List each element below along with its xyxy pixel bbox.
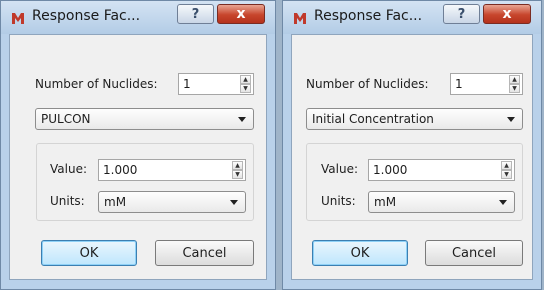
value-field-text: 1.000 bbox=[103, 163, 138, 177]
spin-down-icon[interactable]: ▼ bbox=[240, 84, 251, 93]
cancel-label: Cancel bbox=[451, 245, 497, 261]
window-title: Response Fac... bbox=[314, 8, 423, 24]
close-button[interactable]: x bbox=[483, 4, 531, 24]
units-dropdown[interactable]: mM bbox=[98, 191, 246, 213]
help-icon: ? bbox=[457, 6, 466, 22]
cancel-label: Cancel bbox=[182, 245, 227, 261]
units-label: Units: bbox=[321, 194, 356, 208]
help-button[interactable]: ? bbox=[443, 4, 480, 24]
nuclides-label: Number of Nuclides: bbox=[35, 77, 158, 91]
title-bar[interactable]: Response Fac... ? x bbox=[283, 1, 541, 34]
help-button[interactable]: ? bbox=[177, 4, 214, 24]
cancel-button[interactable]: Cancel bbox=[425, 240, 523, 266]
window-title: Response Fac... bbox=[32, 8, 141, 24]
spin-up-icon[interactable]: ▲ bbox=[240, 75, 251, 84]
spin-up-icon[interactable]: ▲ bbox=[501, 161, 512, 170]
value-spinbox[interactable]: 1.000 ▲ ▼ bbox=[98, 159, 246, 181]
value-label: Value: bbox=[321, 162, 358, 176]
value-label: Value: bbox=[50, 162, 87, 176]
ok-label: OK bbox=[350, 245, 370, 261]
title-bar[interactable]: Response Fac... ? x bbox=[1, 1, 275, 34]
units-selected: mM bbox=[374, 195, 397, 209]
app-logo-icon bbox=[12, 13, 24, 24]
parameter-dropdown[interactable]: PULCON bbox=[35, 108, 254, 130]
ok-button[interactable]: OK bbox=[312, 240, 408, 266]
response-factor-dialog-2: Response Fac... ? x Number of Nuclides: … bbox=[282, 0, 542, 290]
value-field-text: 1.000 bbox=[373, 163, 408, 177]
ok-label: OK bbox=[79, 245, 99, 261]
parameter-selected: Initial Concentration bbox=[312, 112, 434, 126]
chevron-down-icon bbox=[238, 117, 246, 122]
close-icon: x bbox=[502, 6, 512, 22]
nuclides-value: 1 bbox=[455, 77, 463, 91]
spin-up-icon[interactable]: ▲ bbox=[232, 161, 243, 170]
nuclides-value: 1 bbox=[183, 77, 191, 91]
nuclides-label: Number of Nuclides: bbox=[306, 77, 429, 91]
help-icon: ? bbox=[191, 6, 200, 22]
units-label: Units: bbox=[50, 194, 85, 208]
chevron-down-icon bbox=[230, 200, 238, 205]
parameter-selected: PULCON bbox=[41, 112, 91, 126]
close-button[interactable]: x bbox=[217, 4, 265, 24]
chevron-down-icon bbox=[499, 200, 507, 205]
units-dropdown[interactable]: mM bbox=[368, 191, 515, 213]
chevron-down-icon bbox=[507, 117, 515, 122]
nuclides-spinbox[interactable]: 1 ▲ ▼ bbox=[178, 73, 254, 95]
ok-button[interactable]: OK bbox=[41, 240, 137, 266]
cancel-button[interactable]: Cancel bbox=[155, 240, 254, 266]
app-logo-icon bbox=[294, 13, 306, 24]
response-factor-dialog-1: Response Fac... ? x Number of Nuclides: … bbox=[0, 0, 276, 290]
spin-down-icon[interactable]: ▼ bbox=[232, 170, 243, 179]
spin-down-icon[interactable]: ▼ bbox=[501, 170, 512, 179]
dialog-body: Number of Nuclides: 1 ▲ ▼ Initial Concen… bbox=[291, 34, 533, 280]
dialog-body: Number of Nuclides: 1 ▲ ▼ PULCON Value: … bbox=[9, 34, 267, 280]
nuclides-spinbox[interactable]: 1 ▲ ▼ bbox=[450, 73, 523, 95]
spin-up-icon[interactable]: ▲ bbox=[509, 75, 520, 84]
spin-down-icon[interactable]: ▼ bbox=[509, 84, 520, 93]
value-spinbox[interactable]: 1.000 ▲ ▼ bbox=[368, 159, 515, 181]
parameter-dropdown[interactable]: Initial Concentration bbox=[306, 108, 523, 130]
close-icon: x bbox=[236, 6, 246, 22]
units-selected: mM bbox=[104, 195, 127, 209]
